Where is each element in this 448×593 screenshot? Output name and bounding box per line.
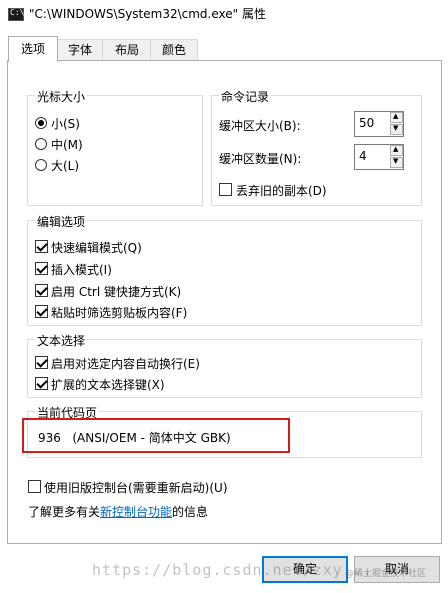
- window-title: "C:\WINDOWS\System32\cmd.exe" 属性: [29, 7, 266, 21]
- insert-mode-checkbox[interactable]: [35, 262, 48, 275]
- tab-font[interactable]: 字体: [56, 39, 104, 61]
- learn-more-text: 了解更多有关新控制台功能的信息: [28, 503, 208, 520]
- cmd-icon: C:\: [8, 8, 24, 21]
- tab-colors[interactable]: 颜色: [150, 39, 198, 61]
- edit-options-label: 编辑选项: [35, 213, 88, 230]
- extended-selection-keys-label: 扩展的文本选择键(X): [51, 378, 165, 392]
- buffer-count-label: 缓冲区数量(N):: [219, 152, 302, 166]
- filter-paste-checkbox[interactable]: [35, 305, 48, 318]
- buffer-size-stepper[interactable]: 50 ▲ ▼: [354, 111, 404, 137]
- discard-old-checkbox[interactable]: [219, 183, 232, 196]
- cursor-size-label: 光标大小: [35, 88, 88, 105]
- legacy-console-label: 使用旧版控制台(需要重新启动)(U): [44, 481, 228, 495]
- new-console-features-link[interactable]: 新控制台功能: [100, 505, 172, 519]
- quick-edit-checkbox[interactable]: [35, 240, 48, 253]
- radio-medium[interactable]: [35, 138, 47, 150]
- legacy-console-checkbox[interactable]: [28, 480, 41, 493]
- extended-selection-keys-checkbox[interactable]: [35, 377, 48, 390]
- radio-small[interactable]: [35, 117, 47, 129]
- command-history-label: 命令记录: [219, 88, 272, 105]
- radio-medium-label: 中(M): [51, 138, 83, 152]
- buffer-count-stepper[interactable]: 4 ▲ ▼: [354, 144, 404, 170]
- buffer-size-down-button[interactable]: ▼: [390, 124, 403, 135]
- chevron-down-icon: ▼: [393, 124, 399, 132]
- learn-more-prefix: 了解更多有关: [28, 505, 101, 519]
- learn-more-suffix: 的信息: [172, 505, 209, 519]
- ctrl-shortcuts-label: 启用 Ctrl 键快捷方式(K): [51, 285, 182, 299]
- radio-large[interactable]: [35, 159, 47, 171]
- quick-edit-label: 快速编辑模式(Q): [51, 241, 142, 255]
- line-wrap-selection-checkbox[interactable]: [35, 356, 48, 369]
- text-selection-label: 文本选择: [35, 332, 88, 349]
- tab-options[interactable]: 选项: [8, 36, 58, 62]
- buffer-size-up-button[interactable]: ▲: [390, 112, 403, 123]
- watermark-url: https://blog.csdn.net/zxy...: [92, 561, 373, 579]
- line-wrap-selection-label: 启用对选定内容自动换行(E): [51, 357, 200, 371]
- radio-small-label: 小(S): [51, 117, 80, 131]
- code-page-highlight: [22, 418, 290, 453]
- buffer-count-up-button[interactable]: ▲: [390, 145, 403, 156]
- title-bar[interactable]: C:\ "C:\WINDOWS\System32\cmd.exe" 属性: [0, 0, 448, 27]
- ctrl-shortcuts-checkbox[interactable]: [35, 284, 48, 297]
- watermark-site: @稀土掘金技术社区: [345, 569, 427, 579]
- chevron-up-icon: ▲: [393, 145, 399, 153]
- chevron-down-icon: ▼: [393, 157, 399, 165]
- filter-paste-label: 粘贴时筛选剪贴板内容(F): [51, 306, 188, 320]
- tab-layout[interactable]: 布局: [102, 39, 152, 61]
- discard-old-label: 丢弃旧的副本(D): [236, 184, 327, 198]
- buffer-count-value: 4: [359, 149, 367, 163]
- buffer-count-down-button[interactable]: ▼: [390, 157, 403, 168]
- radio-large-label: 大(L): [51, 159, 80, 173]
- buffer-size-label: 缓冲区大小(B):: [219, 119, 301, 133]
- chevron-up-icon: ▲: [393, 112, 399, 120]
- insert-mode-label: 插入模式(I): [51, 263, 112, 277]
- buffer-size-value: 50: [359, 116, 375, 130]
